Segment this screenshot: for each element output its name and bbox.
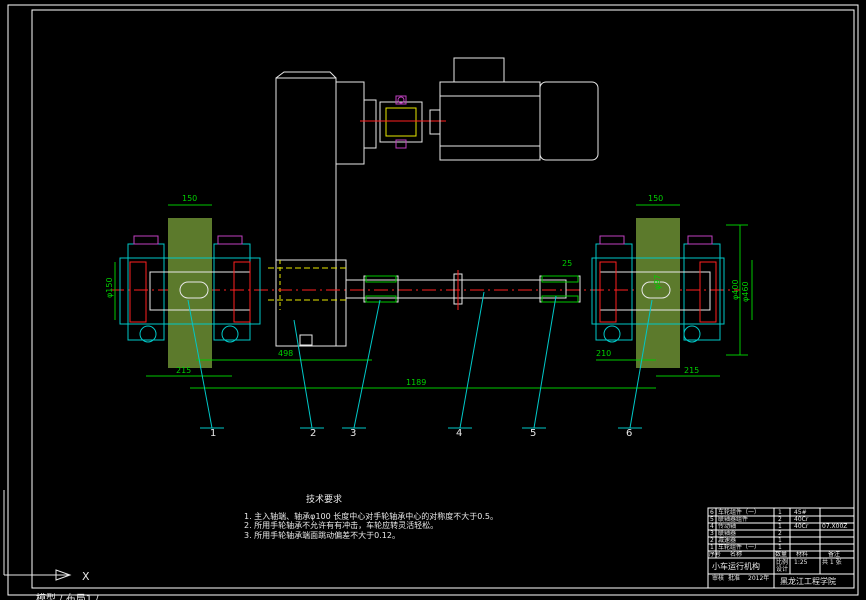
tb-school: 黑龙江工程学院 — [780, 576, 836, 586]
tb-row-no-4: 4 — [710, 523, 714, 530]
callout-6: 6 — [626, 428, 632, 439]
tb-row-mat-5: 40Cr — [794, 516, 809, 523]
tb-year: 2012年 — [748, 574, 769, 582]
dim-210: 210 — [596, 349, 611, 358]
tb-row-name-3: 联轴器 — [718, 529, 736, 537]
tb-row-name-6: 车轮组件（一） — [718, 508, 760, 516]
tb-header-qty: 数量 — [775, 550, 787, 558]
dim-1189: 1189 — [406, 378, 426, 387]
dim-150-left: 150 — [182, 194, 197, 203]
dim-498: 498 — [278, 349, 293, 358]
tb-row-qty-6: 1 — [778, 509, 782, 516]
model-layout-tabs[interactable]: 模型 / 布局1 / — [36, 592, 99, 600]
callout-5: 5 — [530, 428, 536, 439]
dim-215-right: 215 — [684, 366, 699, 375]
wheel-assembly-right — [591, 218, 725, 368]
callout-4: 4 — [456, 428, 462, 439]
tb-header-note: 备注 — [828, 550, 840, 558]
tb-row-name-5: 联轴器组件 — [718, 515, 748, 523]
tb-row-qty-1: 1 — [778, 544, 782, 551]
callout-2: 2 — [310, 428, 316, 439]
tb-row-no-3: 3 — [710, 530, 714, 537]
tb-header-name: 名称 — [730, 550, 742, 558]
tb-sheet: 共 1 张 — [822, 558, 842, 566]
tech-req-item-3: 3. 所用手轮轴承端面跳动偏差不大于0.12。 — [244, 530, 400, 540]
gearbox — [268, 71, 377, 347]
motor-coupling — [360, 95, 446, 149]
tb-row-mat-6: 45# — [794, 509, 807, 516]
dim-phi-a: φ460 — [741, 281, 750, 302]
tb-row-mat-4: 40Cr — [794, 523, 809, 530]
tb-row-no-6: 6 — [710, 509, 714, 516]
tb-row-no-2: 2 — [710, 537, 714, 544]
tb-scale-label: 比例 — [776, 558, 788, 566]
dim-215-left: 215 — [176, 366, 191, 375]
dim-150-right: 150 — [648, 194, 663, 203]
tech-req-item-1: 1. 主入轴端、轴承φ100 长度中心对手轮轴承中心的对称度不大于0.5。 — [244, 511, 498, 521]
tb-check-label: 审核 — [712, 574, 724, 582]
dim-phi150-left: φ150 — [105, 277, 114, 298]
tb-approve-label: 批准 — [728, 574, 740, 582]
dim-phi-c: φ97 — [653, 275, 662, 290]
dim-phi-b: φ400 — [731, 279, 740, 300]
tb-row-qty-2: 1 — [778, 537, 782, 544]
tb-header-mat: 材料 — [796, 550, 808, 558]
callout-3: 3 — [350, 428, 356, 439]
tb-title: 小车运行机构 — [712, 561, 760, 571]
tech-req-item-2: 2. 所用手轮轴承不允许有有冲击，车轮应转灵活轻松。 — [244, 520, 438, 530]
tb-row-qty-3: 2 — [778, 530, 782, 537]
ucs-x-label: X — [82, 570, 90, 583]
tb-row-name-2: 减速器 — [718, 536, 736, 544]
tb-row-no-1: 1 — [710, 544, 714, 551]
motor — [429, 57, 599, 161]
tb-row-name-4: 传动轴 — [718, 522, 736, 530]
callout-1: 1 — [210, 428, 216, 439]
tb-row-qty-5: 2 — [778, 516, 782, 523]
tb-row-no-5: 5 — [710, 516, 714, 523]
wheel-assembly-left — [119, 218, 261, 368]
ucs-icon: X — [3, 490, 90, 583]
tb-header-no: 序号 — [709, 550, 721, 558]
dim-25: 25 — [562, 259, 572, 268]
tb-scale: 1:25 — [794, 559, 808, 566]
tb-designer-label: 设计 — [776, 565, 788, 573]
cad-drawing: 150 150 φ150 498 215 1189 210 215 25 φ46… — [3, 4, 859, 600]
tb-row-name-1: 车轮组件（一） — [718, 543, 760, 551]
tech-req-title: 技术要求 — [306, 493, 342, 505]
tb-row-qty-4: 1 — [778, 523, 782, 530]
tb-drawing-no: 07.X00Z — [822, 523, 847, 530]
